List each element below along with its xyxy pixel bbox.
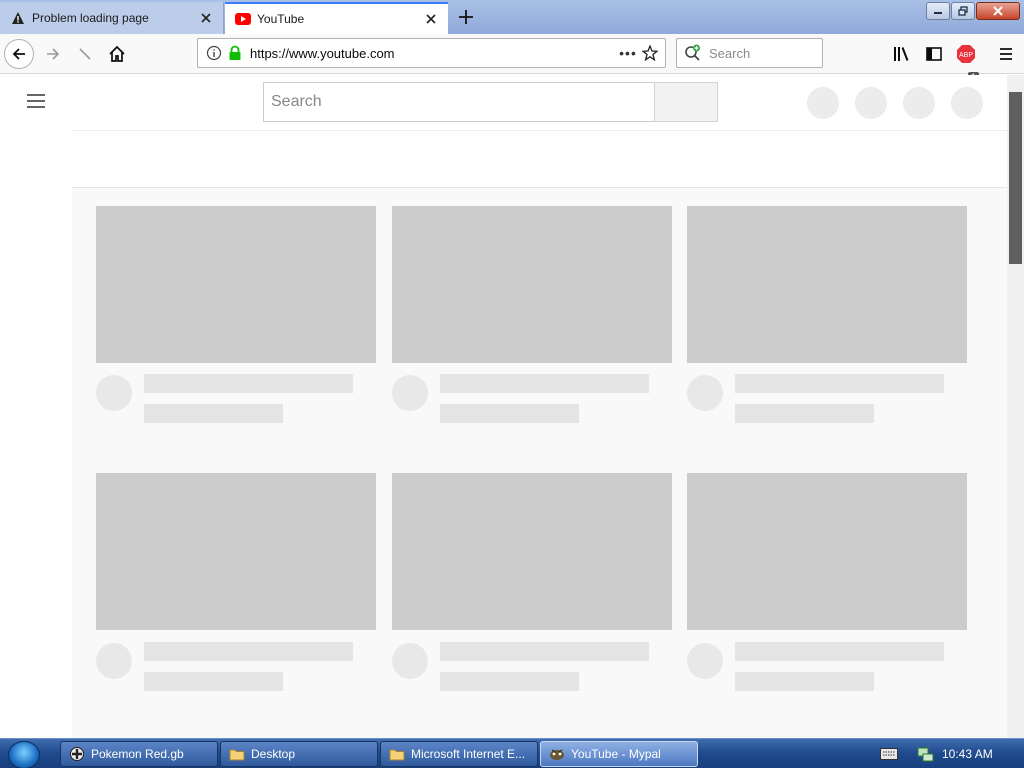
- home-icon: [109, 45, 125, 62]
- youtube-icon: [235, 11, 251, 27]
- tab-title: Problem loading page: [32, 11, 149, 25]
- meta-line-placeholder: [735, 404, 874, 423]
- browser-search-bar[interactable]: Search: [676, 38, 823, 68]
- network-icon[interactable]: [916, 746, 934, 762]
- header-icon-placeholder: [951, 87, 983, 119]
- meta-line-placeholder: [440, 404, 579, 423]
- video-thumbnail-placeholder: [96, 473, 376, 630]
- channel-avatar-placeholder: [392, 375, 428, 411]
- hamburger-menu-icon[interactable]: [994, 42, 1018, 66]
- bookmark-star-icon[interactable]: [639, 42, 661, 64]
- title-line-placeholder: [440, 374, 649, 393]
- meta-line-placeholder: [144, 404, 283, 423]
- library-icon[interactable]: [890, 42, 914, 66]
- lock-icon: [229, 45, 241, 60]
- guide-menu-icon[interactable]: [26, 93, 46, 109]
- close-icon[interactable]: [420, 8, 442, 30]
- header-icon-placeholder: [855, 87, 887, 119]
- youtube-search-button[interactable]: [654, 82, 718, 122]
- taskbar-item-label: Pokemon Red.gb: [91, 747, 184, 761]
- youtube-search-input[interactable]: Search: [263, 82, 655, 122]
- folder-icon: [229, 746, 245, 762]
- taskbar-item-label: Microsoft Internet E...: [411, 747, 526, 761]
- taskbar-item-label: YouTube - Mypal: [571, 747, 661, 761]
- tab-strip: Problem loading page YouTube: [0, 0, 1024, 34]
- reload-button[interactable]: [70, 39, 100, 69]
- svg-text:ABP: ABP: [959, 52, 973, 59]
- channel-avatar-placeholder: [392, 643, 428, 679]
- start-button[interactable]: [8, 741, 40, 768]
- keyboard-icon[interactable]: [880, 748, 898, 760]
- restore-button[interactable]: [951, 2, 975, 20]
- nav-toolbar: https://www.youtube.com ••• Search ABP 1: [0, 34, 1024, 82]
- warning-icon: [10, 10, 26, 26]
- close-window-button[interactable]: [976, 2, 1020, 20]
- emulator-icon: [69, 746, 85, 762]
- taskbar-item-internet-explorer[interactable]: Microsoft Internet E...: [380, 741, 538, 767]
- header-icon-placeholder: [903, 87, 935, 119]
- channel-avatar-placeholder: [687, 375, 723, 411]
- info-icon[interactable]: [206, 45, 222, 61]
- channel-avatar-placeholder: [96, 643, 132, 679]
- video-thumbnail-placeholder: [687, 473, 967, 630]
- video-feed-skeleton: [72, 188, 1007, 738]
- forward-arrow-icon: [47, 48, 60, 60]
- title-line-placeholder: [735, 642, 944, 661]
- video-thumbnail-placeholder: [96, 206, 376, 363]
- video-thumbnail-placeholder: [392, 473, 672, 630]
- search-icon: [685, 44, 700, 61]
- tab-youtube[interactable]: YouTube: [225, 2, 448, 34]
- tab-problem-loading[interactable]: Problem loading page: [0, 2, 224, 34]
- new-tab-button[interactable]: [452, 4, 480, 30]
- minimize-button[interactable]: [926, 2, 950, 20]
- video-thumbnail-placeholder: [687, 206, 967, 363]
- title-line-placeholder: [144, 374, 353, 393]
- header-icon-placeholder: [807, 87, 839, 119]
- system-tray: 10:43 AM: [880, 739, 993, 768]
- channel-avatar-placeholder: [687, 643, 723, 679]
- search-placeholder: Search: [709, 45, 751, 61]
- meta-line-placeholder: [440, 672, 579, 691]
- title-line-placeholder: [735, 374, 944, 393]
- meta-line-placeholder: [735, 672, 874, 691]
- home-button[interactable]: [102, 39, 132, 69]
- scrollbar-thumb[interactable]: [1009, 92, 1022, 264]
- sidebar-toggle-icon[interactable]: [922, 42, 946, 66]
- title-line-placeholder: [440, 642, 649, 661]
- page-actions-icon[interactable]: •••: [617, 45, 639, 61]
- meta-line-placeholder: [144, 672, 283, 691]
- youtube-page: Search: [0, 75, 1007, 738]
- back-arrow-icon: [12, 48, 25, 60]
- tab-title: YouTube: [257, 12, 305, 26]
- window-controls: [926, 2, 1020, 20]
- channel-avatar-placeholder: [96, 375, 132, 411]
- taskbar-item-desktop[interactable]: Desktop: [220, 741, 378, 767]
- taskbar: Pokemon Red.gb Desktop Microsoft Interne…: [0, 738, 1024, 768]
- adblock-plus-icon[interactable]: ABP: [954, 42, 978, 66]
- taskbar-item-label: Desktop: [251, 747, 296, 761]
- url-text: https://www.youtube.com: [250, 45, 395, 61]
- taskbar-clock[interactable]: 10:43 AM: [942, 747, 993, 761]
- url-bar[interactable]: https://www.youtube.com •••: [197, 38, 666, 68]
- reload-icon: [79, 48, 91, 60]
- close-icon[interactable]: [195, 7, 217, 29]
- forward-button[interactable]: [38, 39, 68, 69]
- taskbar-item-mypal[interactable]: YouTube - Mypal: [540, 741, 698, 767]
- folder-icon: [389, 746, 405, 762]
- mypal-browser-icon: [549, 746, 565, 762]
- video-thumbnail-placeholder: [392, 206, 672, 363]
- title-line-placeholder: [144, 642, 353, 661]
- taskbar-item-pokemon[interactable]: Pokemon Red.gb: [60, 741, 218, 767]
- youtube-search-placeholder: Search: [271, 93, 322, 110]
- back-button[interactable]: [4, 39, 34, 69]
- header-divider: [72, 130, 1007, 131]
